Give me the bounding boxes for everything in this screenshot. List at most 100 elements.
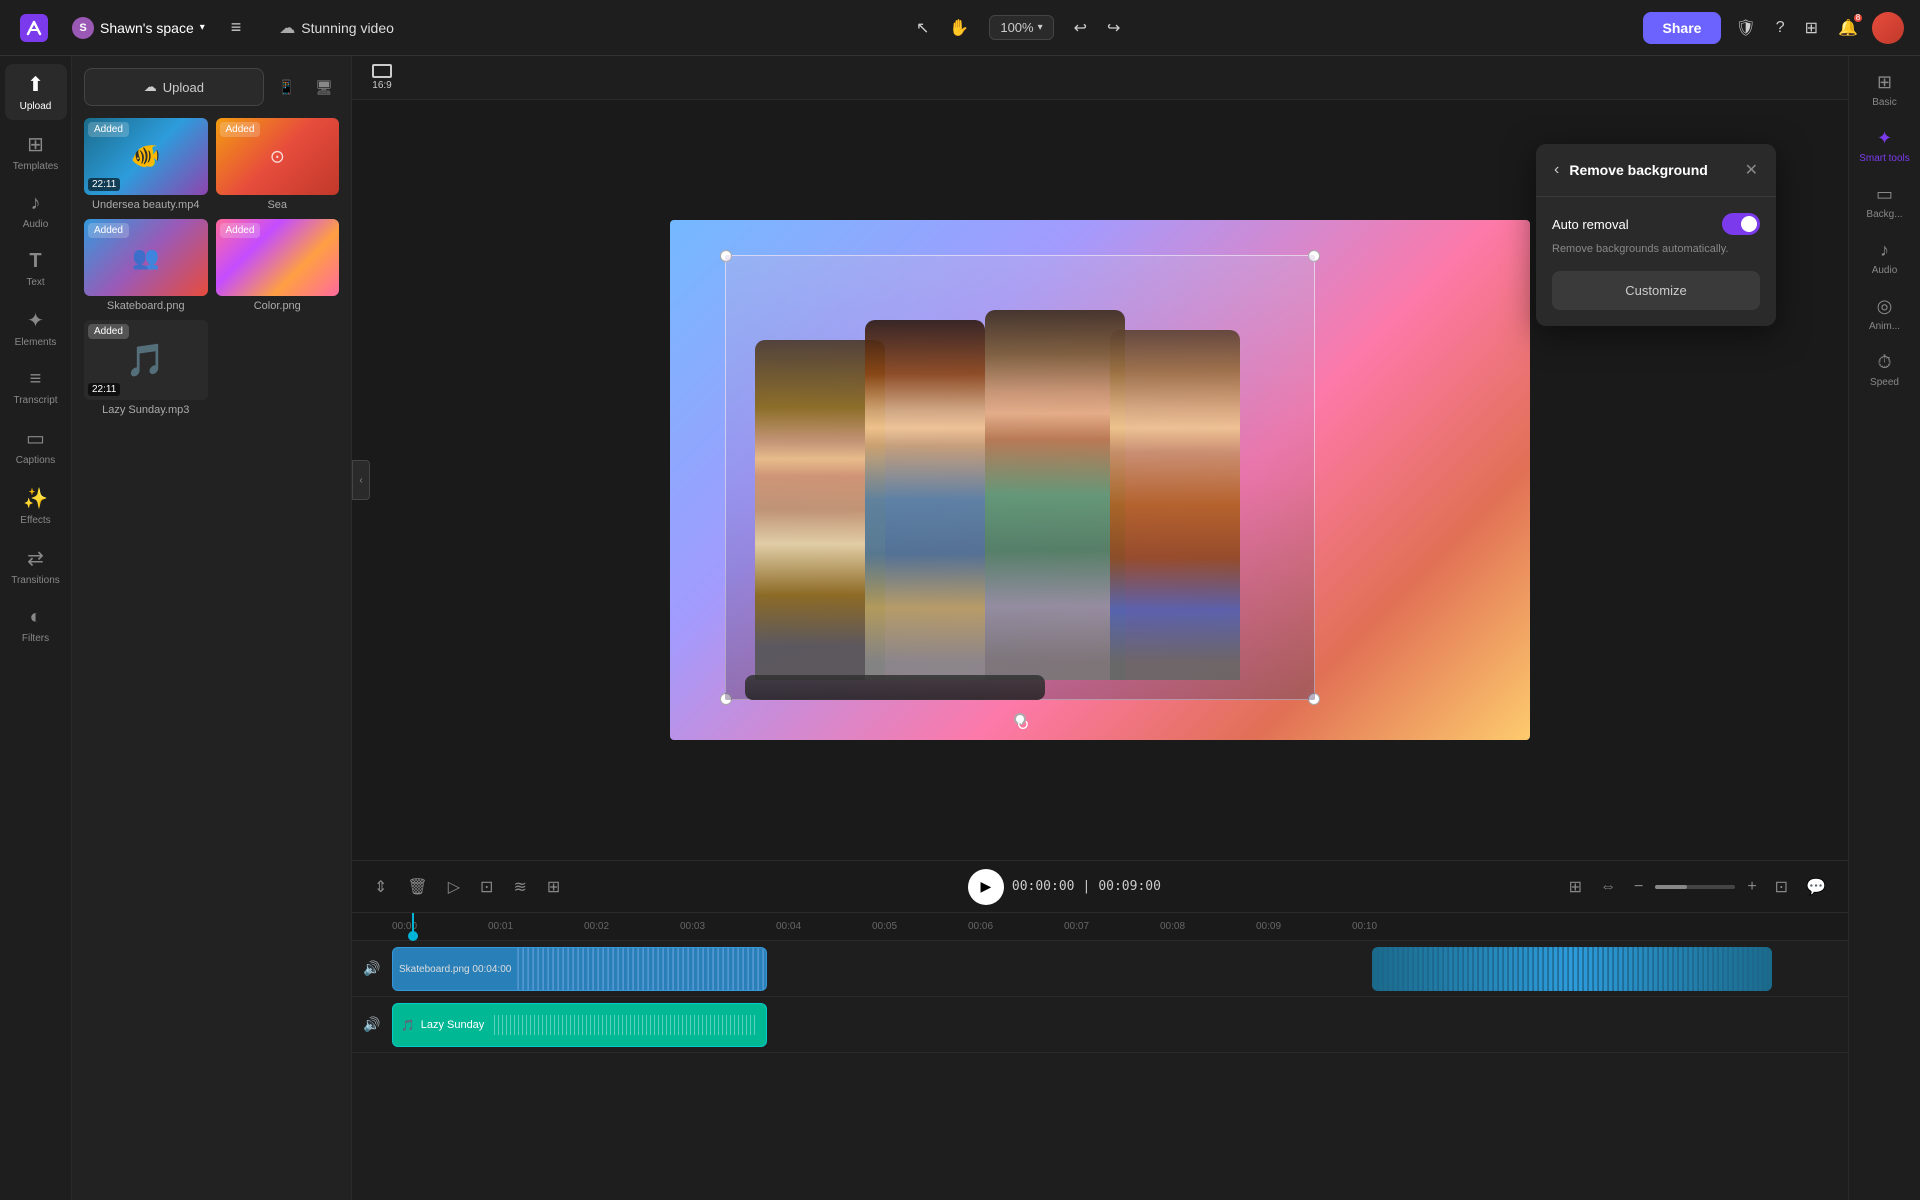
right-item-audio[interactable]: ♪ Audio <box>1854 232 1916 284</box>
notification-badge[interactable]: 🔔 8 <box>1832 12 1864 44</box>
audio-track-content[interactable]: 🎵 Lazy Sunday <box>392 997 1848 1052</box>
select-tool-button[interactable]: ↖ <box>908 12 937 44</box>
sidebar-item-audio[interactable]: ♪ Audio <box>5 184 67 238</box>
sidebar-label-transcript: Transcript <box>13 395 57 406</box>
zoom-control[interactable]: 100% ▾ <box>989 15 1053 40</box>
zoom-in-button[interactable]: + <box>1741 872 1762 902</box>
right-item-speed[interactable]: ⏱ Speed <box>1854 344 1916 396</box>
clip-skateboard[interactable]: Skateboard.png 00:04:00 <box>392 947 767 991</box>
captions-icon: ▭ <box>26 426 45 451</box>
split-button[interactable]: ⇕ <box>368 871 393 903</box>
topbar: S Shawn's space ▾ ≡ ☁ Stunning video ↖ ✋… <box>0 0 1920 56</box>
collapse-panel-button[interactable]: ‹ <box>352 460 370 500</box>
sidebar-item-captions[interactable]: ▭ Captions <box>5 418 67 474</box>
zoom-value: 100% <box>1000 20 1033 35</box>
video-track-content[interactable]: Skateboard.png 00:04:00 <box>392 941 1848 996</box>
right-label-speed: Speed <box>1870 377 1899 388</box>
canvas-image-skateboard[interactable] <box>725 255 1315 700</box>
workspace-button[interactable]: S Shawn's space ▾ <box>64 11 213 45</box>
video-track: 🔊 Skateboard.png 00:04:00 <box>352 941 1848 997</box>
flip-button[interactable]: ≋ <box>507 871 532 903</box>
zoom-slider[interactable] <box>1655 885 1735 889</box>
added-badge-sea: Added <box>220 122 261 137</box>
canvas-frame[interactable]: ↻ <box>670 220 1530 740</box>
audio-track-label[interactable]: 🔊 <box>352 997 392 1052</box>
media-thumb-undersea[interactable]: 🐠 Added 22:11 <box>84 118 208 195</box>
timeline-tracks[interactable]: 00:00 00:01 00:02 00:03 00:04 00:05 00:0… <box>352 913 1848 1200</box>
workspace-avatar: S <box>72 17 94 39</box>
split-view-button[interactable]: ⇔ <box>1594 872 1622 902</box>
delete-button[interactable]: 🗑 <box>401 871 433 903</box>
fit-button[interactable]: ⊡ <box>1769 871 1794 903</box>
aspect-ratio-button[interactable]: 16:9 <box>364 60 400 95</box>
remove-bg-panel: ‹ Remove background ✕ Auto removal Remov… <box>1536 144 1776 326</box>
clip-undersea[interactable] <box>1372 947 1772 991</box>
right-label-audio: Audio <box>1872 265 1898 276</box>
auto-removal-toggle[interactable] <box>1722 213 1760 235</box>
menu-button[interactable]: ≡ <box>225 11 248 44</box>
media-item-sea[interactable]: Added ⊙ Sea <box>216 118 340 211</box>
media-thumb-music[interactable]: 🎵 Added 22:11 <box>84 320 208 400</box>
pan-tool-button[interactable]: ✋ <box>941 12 977 44</box>
media-thumb-color[interactable]: Added <box>216 219 340 296</box>
right-panel: ⊞ Basic ✦ Smart tools ▭ Backg... ♪ Audio… <box>1848 56 1920 1200</box>
right-item-animate[interactable]: ◎ Anim... <box>1854 288 1916 340</box>
project-title: Stunning video <box>301 20 394 36</box>
panel-header: ‹ Remove background ✕ <box>1536 144 1776 197</box>
crop-button[interactable]: ⊡ <box>474 871 499 903</box>
right-item-basic[interactable]: ⊞ Basic <box>1854 64 1916 116</box>
clip-music[interactable]: 🎵 Lazy Sunday <box>392 1003 767 1047</box>
sidebar-item-transitions[interactable]: ⇄ Transitions <box>5 538 67 594</box>
sidebar-item-templates[interactable]: ⊞ Templates <box>5 124 67 180</box>
right-item-background[interactable]: ▭ Backg... <box>1854 176 1916 228</box>
mobile-view-button[interactable]: 📱 <box>272 75 301 100</box>
label-sea: Sea <box>216 199 340 211</box>
zoom-out-button[interactable]: − <box>1628 872 1649 902</box>
sidebar-item-elements[interactable]: ✦ Elements <box>5 300 67 356</box>
media-item-color[interactable]: Added Color.png <box>216 219 340 312</box>
media-thumb-sea[interactable]: Added ⊙ <box>216 118 340 195</box>
customize-button[interactable]: Customize <box>1552 271 1760 310</box>
total-time: 00:09:00 <box>1098 879 1161 894</box>
upload-button[interactable]: ☁ Upload <box>84 68 264 106</box>
shield-button[interactable]: 🛡 <box>1729 12 1761 44</box>
duration-music: 22:11 <box>88 383 120 396</box>
sidebar-item-text[interactable]: T Text <box>5 242 67 296</box>
more-button[interactable]: ⊞ <box>541 871 566 903</box>
cursor-tools: ↖ ✋ <box>908 12 977 44</box>
panel-back-button[interactable]: ‹ <box>1552 159 1561 181</box>
ruler-mark-2: 00:02 <box>584 921 680 932</box>
help-button[interactable]: ? <box>1770 13 1791 43</box>
right-item-smart-tools[interactable]: ✦ Smart tools <box>1854 120 1916 172</box>
right-label-smart-tools: Smart tools <box>1859 153 1910 164</box>
caption-button[interactable]: 💬 <box>1800 871 1832 903</box>
user-avatar[interactable] <box>1872 12 1904 44</box>
app-logo[interactable] <box>16 10 52 46</box>
redo-button[interactable]: ↪ <box>1099 12 1128 44</box>
play-button[interactable]: ▶ <box>968 869 1004 905</box>
sidebar-item-filters[interactable]: ◐ Filters <box>5 598 67 652</box>
animate-icon: ◎ <box>1877 296 1893 317</box>
scenes-button[interactable]: ⊞ <box>1563 871 1588 903</box>
sidebar-item-effects[interactable]: ✨ Effects <box>5 478 67 534</box>
desktop-view-button[interactable]: 🖥 <box>309 75 339 100</box>
video-track-label[interactable]: 🔊 <box>352 941 392 996</box>
label-undersea: Undersea beauty.mp4 <box>84 199 208 211</box>
auto-removal-desc: Remove backgrounds automatically. <box>1552 243 1760 255</box>
media-item-skateboard[interactable]: 👥 Added Skateboard.png <box>84 219 208 312</box>
audio-track: 🔊 🎵 Lazy Sunday <box>352 997 1848 1053</box>
panel-close-button[interactable]: ✕ <box>1743 158 1760 182</box>
media-thumb-skateboard[interactable]: 👥 Added <box>84 219 208 296</box>
media-item-undersea[interactable]: 🐠 Added 22:11 Undersea beauty.mp4 <box>84 118 208 211</box>
sidebar-item-transcript[interactable]: ≡ Transcript <box>5 360 67 414</box>
share-button[interactable]: Share <box>1643 12 1722 44</box>
loop-button[interactable]: ▷ <box>442 871 466 903</box>
ruler-mark-5: 00:05 <box>872 921 968 932</box>
ruler-mark-8: 00:08 <box>1160 921 1256 932</box>
undo-button[interactable]: ↩ <box>1066 12 1095 44</box>
grid-button[interactable]: ⊞ <box>1799 12 1824 44</box>
sidebar-label-captions: Captions <box>16 455 55 466</box>
sidebar-item-upload[interactable]: ⬆ Upload <box>5 64 67 120</box>
sidebar-label-templates: Templates <box>13 161 59 172</box>
media-item-music[interactable]: 🎵 Added 22:11 Lazy Sunday.mp3 <box>84 320 208 416</box>
